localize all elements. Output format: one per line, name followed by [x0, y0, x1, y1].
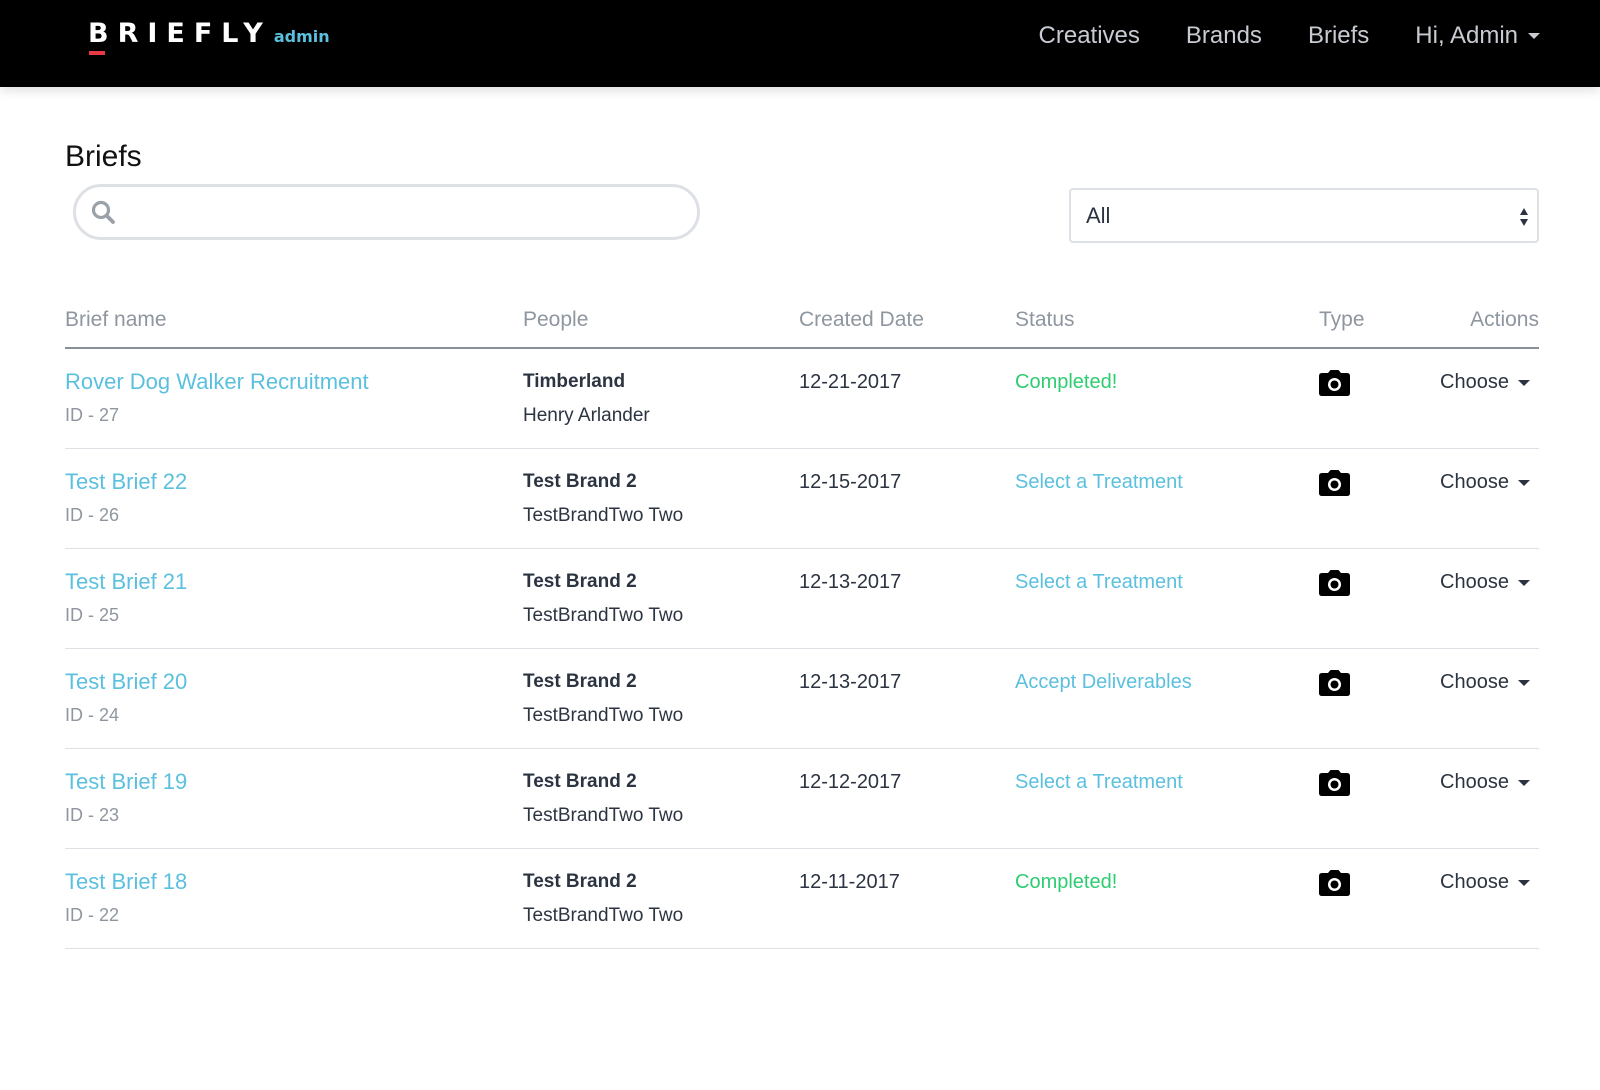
page-title: Briefs [65, 140, 142, 173]
created-date: 12-21-2017 [799, 371, 902, 393]
user-menu[interactable]: Hi, Admin [1415, 22, 1540, 50]
chevron-down-icon [1517, 679, 1530, 686]
brief-id: ID - 24 [65, 705, 120, 725]
brand-underline [89, 51, 105, 55]
camera-icon [1319, 870, 1350, 896]
status-label[interactable]: Accept Deliverables [1015, 671, 1192, 694]
brief-id: ID - 22 [65, 905, 120, 925]
created-date: 12-11-2017 [799, 871, 900, 893]
actions-dropdown-label: Choose [1440, 771, 1509, 793]
chevron-down-icon [1517, 479, 1530, 486]
brand-name: Test Brand 2 [523, 571, 637, 592]
brand-name: Test Brand 2 [523, 771, 637, 792]
table-row: Rover Dog Walker Recruitment ID - 27 Tim… [65, 349, 1539, 449]
actions-dropdown[interactable]: Choose [1440, 571, 1530, 594]
table-row: Test Brief 22 ID - 26 Test Brand 2 TestB… [65, 449, 1539, 549]
status-label[interactable]: Select a Treatment [1015, 771, 1183, 794]
actions-dropdown-label: Choose [1440, 871, 1509, 893]
column-header-type: Type [1319, 308, 1365, 331]
chevron-down-icon [1517, 779, 1530, 786]
brief-name-link[interactable]: Test Brief 21 [65, 569, 187, 595]
camera-icon [1319, 470, 1350, 496]
brand-sublabel: admin [273, 27, 330, 46]
status-label: Completed! [1015, 871, 1118, 893]
actions-dropdown-label: Choose [1440, 671, 1509, 693]
actions-dropdown[interactable]: Choose [1440, 771, 1530, 794]
status-label[interactable]: Select a Treatment [1015, 571, 1183, 594]
column-header-created-date[interactable]: Created Date [799, 308, 924, 332]
status-filter-select[interactable]: All [1069, 188, 1539, 243]
brief-name-link[interactable]: Test Brief 20 [65, 669, 187, 695]
search-icon [91, 200, 115, 224]
search-input[interactable] [132, 187, 682, 237]
chevron-down-icon [1517, 379, 1530, 386]
brief-id: ID - 23 [65, 805, 120, 825]
actions-dropdown-label: Choose [1440, 471, 1509, 493]
actions-dropdown[interactable]: Choose [1440, 471, 1530, 494]
person-name: TestBrandTwo Two [523, 805, 684, 826]
status-label[interactable]: Select a Treatment [1015, 471, 1183, 494]
column-header-brief-name[interactable]: Brief name [65, 308, 167, 332]
column-header-status[interactable]: Status [1015, 308, 1075, 332]
brand-logo[interactable]: BRIEFLY admin [88, 18, 330, 58]
person-name: TestBrandTwo Two [523, 905, 684, 926]
column-header-people[interactable]: People [523, 308, 588, 332]
nav-link-creatives[interactable]: Creatives [1039, 22, 1140, 50]
person-name: TestBrandTwo Two [523, 505, 684, 526]
table-row: Test Brief 18 ID - 22 Test Brand 2 TestB… [65, 849, 1539, 949]
table-row: Test Brief 21 ID - 25 Test Brand 2 TestB… [65, 549, 1539, 649]
user-menu-label: Hi, Admin [1415, 22, 1518, 49]
search-box [73, 184, 700, 240]
status-filter-value: All [1086, 202, 1111, 228]
actions-dropdown[interactable]: Choose [1440, 671, 1530, 694]
table-row: Test Brief 20 ID - 24 Test Brand 2 TestB… [65, 649, 1539, 749]
brief-id: ID - 27 [65, 405, 120, 425]
brief-name-link[interactable]: Rover Dog Walker Recruitment [65, 369, 369, 395]
camera-icon [1319, 570, 1350, 596]
brief-name-link[interactable]: Test Brief 22 [65, 469, 187, 495]
table-body: Rover Dog Walker Recruitment ID - 27 Tim… [65, 349, 1539, 949]
brief-id: ID - 25 [65, 605, 120, 625]
status-label: Completed! [1015, 371, 1118, 393]
brief-name-link[interactable]: Test Brief 18 [65, 869, 187, 895]
briefs-table: Brief name People Created Date Status Ty… [65, 290, 1539, 949]
table-row: Test Brief 19 ID - 23 Test Brand 2 TestB… [65, 749, 1539, 849]
chevron-down-icon [1517, 879, 1530, 886]
camera-icon [1319, 670, 1350, 696]
person-name: Henry Arlander [523, 405, 650, 426]
nav-link-briefs[interactable]: Briefs [1308, 22, 1369, 50]
brief-name-link[interactable]: Test Brief 19 [65, 769, 187, 795]
camera-icon [1319, 770, 1350, 796]
actions-dropdown-label: Choose [1440, 571, 1509, 593]
brand-name: Timberland [523, 371, 626, 392]
brand-name: Test Brand 2 [523, 671, 637, 692]
created-date: 12-15-2017 [799, 471, 902, 493]
table-header: Brief name People Created Date Status Ty… [65, 290, 1539, 349]
person-name: TestBrandTwo Two [523, 605, 684, 626]
chevron-down-icon [1528, 33, 1540, 39]
nav-links: Creatives Brands Briefs Hi, Admin [1039, 22, 1540, 50]
actions-dropdown[interactable]: Choose [1440, 871, 1530, 894]
camera-icon [1319, 370, 1350, 396]
top-navbar: BRIEFLY admin Creatives Brands Briefs Hi… [0, 0, 1600, 87]
created-date: 12-12-2017 [799, 771, 902, 793]
nav-link-brands[interactable]: Brands [1186, 22, 1262, 50]
created-date: 12-13-2017 [799, 671, 902, 693]
actions-dropdown-label: Choose [1440, 371, 1509, 393]
column-header-actions: Actions [1470, 308, 1539, 331]
created-date: 12-13-2017 [799, 571, 902, 593]
select-arrows-icon [1520, 208, 1528, 226]
actions-dropdown[interactable]: Choose [1440, 371, 1530, 394]
brief-id: ID - 26 [65, 505, 120, 525]
brand-name: Test Brand 2 [523, 471, 637, 492]
brand-wordmark: BRIEFLY [88, 18, 272, 49]
chevron-down-icon [1517, 579, 1530, 586]
person-name: TestBrandTwo Two [523, 705, 684, 726]
brand-name: Test Brand 2 [523, 871, 637, 892]
